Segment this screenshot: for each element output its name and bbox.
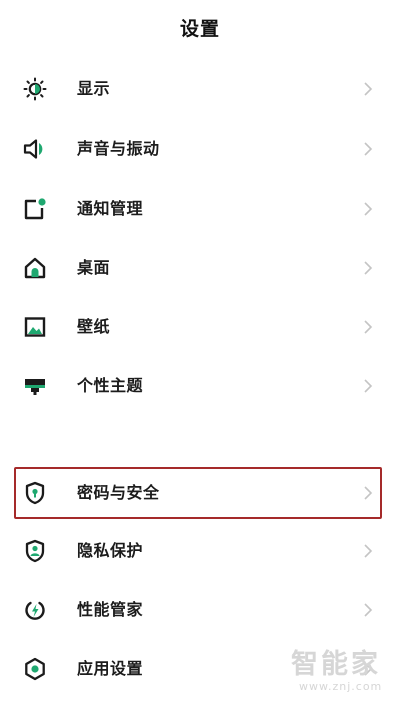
settings-item-label: 个性主题	[77, 376, 144, 395]
watermark-brand: 智能家	[291, 649, 381, 680]
chevron-right-icon	[362, 259, 374, 277]
brightness-icon	[22, 77, 48, 101]
settings-item-label: 显示	[77, 79, 111, 98]
settings-item-label: 声音与振动	[77, 139, 160, 158]
theme-icon	[22, 374, 48, 398]
settings-item-password-security[interactable]: 密码与安全	[0, 464, 400, 522]
settings-item-desktop[interactable]: 桌面	[0, 239, 400, 297]
watermark: 智能家 www.znj.com	[289, 642, 395, 698]
performance-icon	[22, 598, 48, 622]
settings-item-label: 桌面	[77, 258, 111, 277]
settings-item-label: 应用设置	[77, 659, 144, 678]
chevron-right-icon	[362, 484, 374, 502]
chevron-right-icon	[362, 542, 374, 560]
watermark-url: www.znj.com	[299, 680, 383, 693]
chevron-right-icon	[362, 318, 374, 336]
settings-item-performance[interactable]: 性能管家	[0, 581, 400, 639]
home-icon	[22, 256, 48, 280]
settings-item-notifications[interactable]: 通知管理	[0, 180, 400, 238]
page-title: 设置	[179, 18, 220, 40]
shield-lock-icon	[22, 481, 48, 505]
chevron-right-icon	[362, 140, 374, 158]
settings-item-label: 壁纸	[77, 317, 111, 336]
chevron-right-icon	[362, 377, 374, 395]
chevron-right-icon	[362, 200, 374, 218]
settings-item-label: 通知管理	[77, 199, 144, 218]
settings-item-label: 隐私保护	[77, 541, 144, 560]
settings-item-label: 性能管家	[77, 600, 144, 619]
privacy-icon	[22, 539, 48, 563]
speaker-icon	[22, 137, 48, 161]
notification-icon	[22, 197, 48, 221]
settings-item-wallpaper[interactable]: 壁纸	[0, 298, 400, 356]
chevron-right-icon	[362, 80, 374, 98]
settings-item-label: 密码与安全	[77, 483, 160, 502]
settings-item-sound[interactable]: 声音与振动	[0, 120, 400, 178]
wallpaper-icon	[22, 315, 48, 339]
app-settings-icon	[22, 657, 48, 681]
settings-item-theme[interactable]: 个性主题	[0, 357, 400, 415]
settings-item-display[interactable]: 显示	[0, 60, 400, 118]
settings-item-privacy[interactable]: 隐私保护	[0, 522, 400, 580]
chevron-right-icon	[362, 601, 374, 619]
